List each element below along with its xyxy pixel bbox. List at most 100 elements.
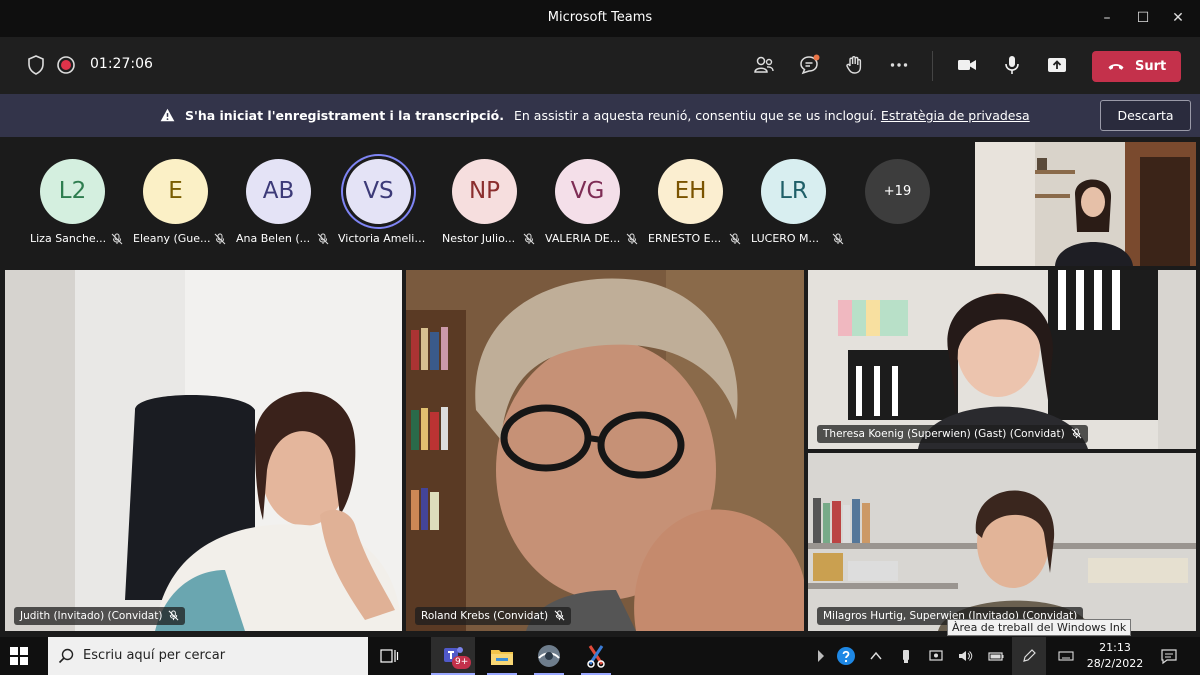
mic-off-icon: [832, 233, 844, 245]
participant-item[interactable]: L2 Liza Sanche...: [30, 159, 130, 254]
windows-start-icon[interactable]: [10, 647, 28, 665]
privacy-link[interactable]: Estratègia de privadesa: [881, 108, 1030, 123]
windows-taskbar: Escriu aquí per cercar 9+ 21:13 28/2/202…: [0, 637, 1200, 675]
participant-item[interactable]: E Eleany (Gue...: [133, 159, 233, 254]
windows-ink-tooltip: Àrea de treball del Windows Ink: [947, 619, 1132, 636]
participant-name: LUCERO M...: [751, 232, 820, 245]
banner-text: En assistir a aquesta reunió, consentiu …: [513, 108, 877, 123]
close-button[interactable]: ✕: [1163, 4, 1193, 32]
mic-off-icon: [111, 233, 123, 245]
leave-button[interactable]: Surt: [1092, 51, 1181, 82]
banner-message: S'ha iniciat l'enregistrament i la trans…: [160, 108, 1030, 123]
video-tile[interactable]: Roland Krebs (Convidat): [406, 270, 804, 631]
mic-off-icon: [214, 233, 226, 245]
participant-label: Roland Krebs (Convidat): [415, 607, 572, 625]
participant-video: [808, 453, 1196, 631]
dismiss-button[interactable]: Descarta: [1100, 100, 1191, 131]
participant-video: [808, 270, 1196, 449]
microphone-icon[interactable]: [1000, 53, 1024, 77]
notifications-icon[interactable]: [1160, 647, 1178, 665]
participant-video-name: Judith (Invitado) (Convidat): [20, 610, 163, 622]
hang-up-icon: [1108, 64, 1124, 70]
taskbar-search-box[interactable]: Escriu aquí per cercar: [48, 637, 368, 675]
raise-hand-icon[interactable]: [842, 53, 866, 77]
participant-name: Victoria Amelia ...: [338, 232, 426, 245]
participant-label: Judith (Invitado) (Convidat): [14, 607, 186, 625]
maximize-button[interactable]: ☐: [1128, 4, 1158, 32]
teams-taskbar-app[interactable]: 9+: [431, 637, 475, 675]
participant-video: [406, 270, 804, 631]
shield-icon[interactable]: [24, 53, 48, 77]
file-explorer-icon[interactable]: [488, 642, 516, 670]
participant-item[interactable]: NP Nestor Julio...: [442, 159, 542, 254]
search-icon: [58, 648, 74, 664]
video-tile[interactable]: Theresa Koenig (Superwien) (Gast) (Convi…: [808, 270, 1196, 449]
participant-item[interactable]: EH ERNESTO E...: [648, 159, 748, 254]
recording-icon: [57, 56, 75, 74]
avatar: AB: [246, 159, 311, 224]
participant-video-name: Roland Krebs (Convidat): [421, 610, 549, 622]
minimize-button[interactable]: –: [1092, 4, 1122, 32]
avatar: L2: [40, 159, 105, 224]
meeting-toolbar: 01:27:06 Surt: [0, 37, 1200, 94]
clock-time: 21:13: [1099, 641, 1131, 654]
more-actions-icon[interactable]: [887, 53, 911, 77]
chat-icon[interactable]: [797, 53, 821, 77]
avatar: LR: [761, 159, 826, 224]
participant-item[interactable]: LR LUCERO M...: [751, 159, 851, 254]
participant-name: Nestor Julio...: [442, 232, 516, 245]
usb-icon[interactable]: [898, 648, 914, 664]
share-screen-icon[interactable]: [1045, 53, 1069, 77]
mic-off-icon: [626, 233, 638, 245]
leave-label: Surt: [1135, 59, 1167, 74]
self-video-image: [975, 142, 1196, 266]
language-icon[interactable]: [810, 648, 826, 664]
participant-name: Liza Sanche...: [30, 232, 107, 245]
avatar: EH: [658, 159, 723, 224]
participant-video: [5, 270, 402, 631]
avatar: VS: [346, 159, 411, 224]
participant-video-name: Theresa Koenig (Superwien) (Gast) (Convi…: [823, 428, 1065, 440]
participant-item[interactable]: VS Victoria Amelia ...: [338, 159, 444, 254]
participant-item[interactable]: AB Ana Belen (...: [236, 159, 336, 254]
search-placeholder: Escriu aquí per cercar: [83, 648, 226, 663]
windows-ink-button[interactable]: [1012, 637, 1046, 675]
video-tile[interactable]: Milagros Hurtig, Superwien (Invitado) (C…: [808, 453, 1196, 631]
mic-off-icon: [169, 610, 179, 621]
pen-icon: [1023, 649, 1036, 662]
help-icon[interactable]: [836, 646, 856, 666]
volume-icon[interactable]: [957, 648, 973, 664]
teams-notification-badge: 9+: [452, 656, 472, 669]
chevron-up-icon[interactable]: [868, 648, 884, 664]
mic-off-icon: [729, 233, 741, 245]
camera-icon[interactable]: [955, 53, 979, 77]
banner-title: S'ha iniciat l'enregistrament i la trans…: [184, 108, 504, 123]
avatar: VG: [555, 159, 620, 224]
participant-name: VALERIA DE...: [545, 232, 621, 245]
more-participants-button[interactable]: +19: [865, 159, 930, 224]
avatar: NP: [452, 159, 517, 224]
toolbar-divider: [932, 51, 933, 81]
participant-name: Ana Belen (...: [236, 232, 311, 245]
participants-icon[interactable]: [752, 53, 776, 77]
task-view-icon[interactable]: [379, 646, 399, 666]
battery-icon[interactable]: [988, 648, 1004, 664]
participant-item[interactable]: VG VALERIA DE...: [545, 159, 645, 254]
mic-off-icon: [523, 233, 535, 245]
snipping-tool-icon[interactable]: [582, 642, 610, 670]
display-icon[interactable]: [928, 648, 944, 664]
title-bar: Microsoft Teams – ☐ ✕: [0, 0, 1200, 37]
window-title: Microsoft Teams: [547, 10, 653, 25]
participant-label: Theresa Koenig (Superwien) (Gast) (Convi…: [817, 425, 1088, 443]
mic-off-icon: [554, 610, 565, 621]
mic-off-icon: [317, 233, 329, 245]
self-video-preview[interactable]: [975, 142, 1196, 266]
clock-date: 28/2/2022: [1086, 657, 1144, 670]
taskbar-clock[interactable]: 21:13 28/2/2022: [1085, 640, 1145, 672]
participant-name: Eleany (Gue...: [133, 232, 211, 245]
video-tile[interactable]: Judith (Invitado) (Convidat): [5, 270, 402, 631]
participant-name: ERNESTO E...: [648, 232, 722, 245]
keyboard-icon[interactable]: [1058, 648, 1074, 664]
browser-icon[interactable]: [535, 642, 563, 670]
recording-banner: S'ha iniciat l'enregistrament i la trans…: [0, 94, 1200, 137]
